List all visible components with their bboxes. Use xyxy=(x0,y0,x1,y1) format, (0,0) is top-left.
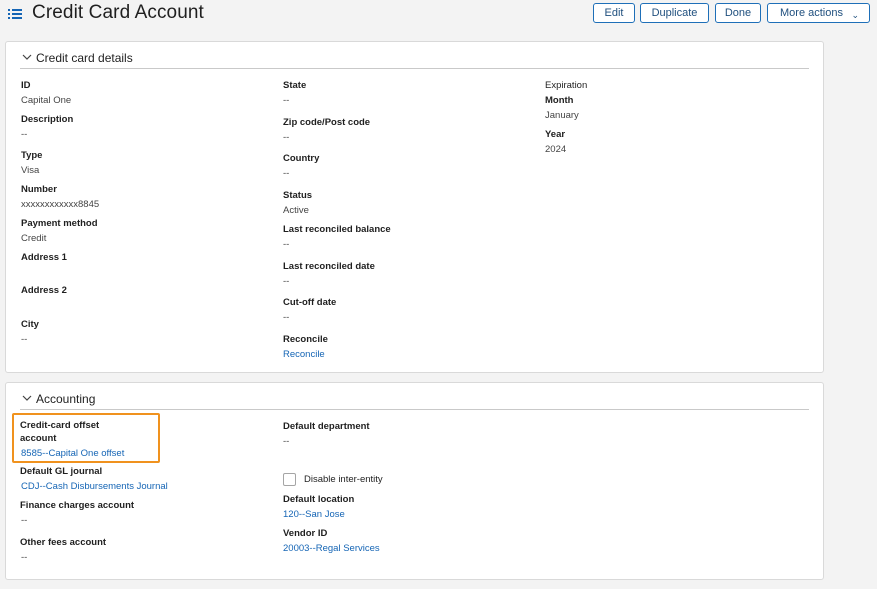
expiration-label: Expiration xyxy=(545,80,588,91)
page-title: Credit Card Account xyxy=(32,2,204,23)
done-button[interactable]: Done xyxy=(715,3,761,23)
country-label: Country xyxy=(283,153,320,164)
month-value: January xyxy=(545,110,579,121)
description-label: Description xyxy=(21,114,74,125)
country-value: -- xyxy=(283,168,290,179)
status-value: Active xyxy=(283,205,309,216)
disable-inter-entity-checkbox[interactable] xyxy=(283,473,296,486)
finance-charges-value: -- xyxy=(21,515,28,526)
type-label: Type xyxy=(21,150,43,161)
type-value: Visa xyxy=(21,165,40,176)
last-reconciled-balance-value: -- xyxy=(283,239,290,250)
gl-journal-label: Default GL journal xyxy=(20,466,103,477)
month-label: Month xyxy=(545,95,574,106)
zip-label: Zip code/Post code xyxy=(283,117,371,128)
list-menu-icon[interactable] xyxy=(8,7,22,21)
state-value: -- xyxy=(283,95,290,106)
address1-label: Address 1 xyxy=(21,252,67,263)
city-value: -- xyxy=(21,334,28,345)
default-department-label: Default department xyxy=(283,421,370,432)
payment-method-label: Payment method xyxy=(21,218,98,229)
year-label: Year xyxy=(545,129,566,140)
last-reconciled-date-label: Last reconciled date xyxy=(283,261,375,272)
gl-journal-link[interactable]: CDJ--Cash Disbursements Journal xyxy=(21,481,168,493)
default-department-value: -- xyxy=(283,436,290,447)
cutoff-date-label: Cut-off date xyxy=(283,297,337,308)
year-value: 2024 xyxy=(545,144,567,155)
chevron-down-icon[interactable] xyxy=(22,52,32,62)
description-value: -- xyxy=(21,129,28,140)
page-header: Credit Card Account Edit Duplicate Done … xyxy=(0,0,877,32)
disable-inter-entity-label: Disable inter-entity xyxy=(304,474,383,485)
more-actions-button[interactable]: More actions ⌄ xyxy=(767,3,870,23)
id-value: Capital One xyxy=(21,95,72,106)
duplicate-button[interactable]: Duplicate xyxy=(640,3,709,23)
chevron-down-icon[interactable] xyxy=(22,393,32,403)
status-label: Status xyxy=(283,190,313,201)
section-header-accounting[interactable]: Accounting xyxy=(20,392,809,410)
payment-method-value: Credit xyxy=(21,233,47,244)
zip-value: -- xyxy=(283,132,290,143)
more-actions-label: More actions xyxy=(780,7,843,19)
offset-account-label-line2: account xyxy=(20,433,57,444)
id-label: ID xyxy=(21,80,31,91)
section-header-credit-card-details[interactable]: Credit card details xyxy=(20,51,809,69)
vendor-id-label: Vendor ID xyxy=(283,528,328,539)
offset-account-label-line1: Credit-card offset xyxy=(20,420,100,431)
section-title: Accounting xyxy=(36,392,96,406)
last-reconciled-balance-label: Last reconciled balance xyxy=(283,224,391,235)
edit-button[interactable]: Edit xyxy=(593,3,635,23)
chevron-down-icon: ⌄ xyxy=(851,10,859,20)
offset-account-link[interactable]: 8585--Capital One offset xyxy=(21,448,124,460)
cutoff-date-value: -- xyxy=(283,312,290,323)
section-title: Credit card details xyxy=(36,51,133,65)
number-value: xxxxxxxxxxxx8845 xyxy=(21,199,100,210)
address2-label: Address 2 xyxy=(21,285,67,296)
reconcile-link[interactable]: Reconcile xyxy=(283,349,325,361)
state-label: State xyxy=(283,80,307,91)
other-fees-label: Other fees account xyxy=(20,537,107,548)
credit-card-details-section: Credit card details xyxy=(5,41,824,373)
last-reconciled-date-value: -- xyxy=(283,276,290,287)
vendor-id-link[interactable]: 20003--Regal Services xyxy=(283,543,380,555)
city-label: City xyxy=(21,319,39,330)
other-fees-value: -- xyxy=(21,552,28,563)
finance-charges-label: Finance charges account xyxy=(20,500,135,511)
default-location-link[interactable]: 120--San Jose xyxy=(283,509,345,521)
number-label: Number xyxy=(21,184,57,195)
reconcile-label: Reconcile xyxy=(283,334,328,345)
default-location-label: Default location xyxy=(283,494,355,505)
